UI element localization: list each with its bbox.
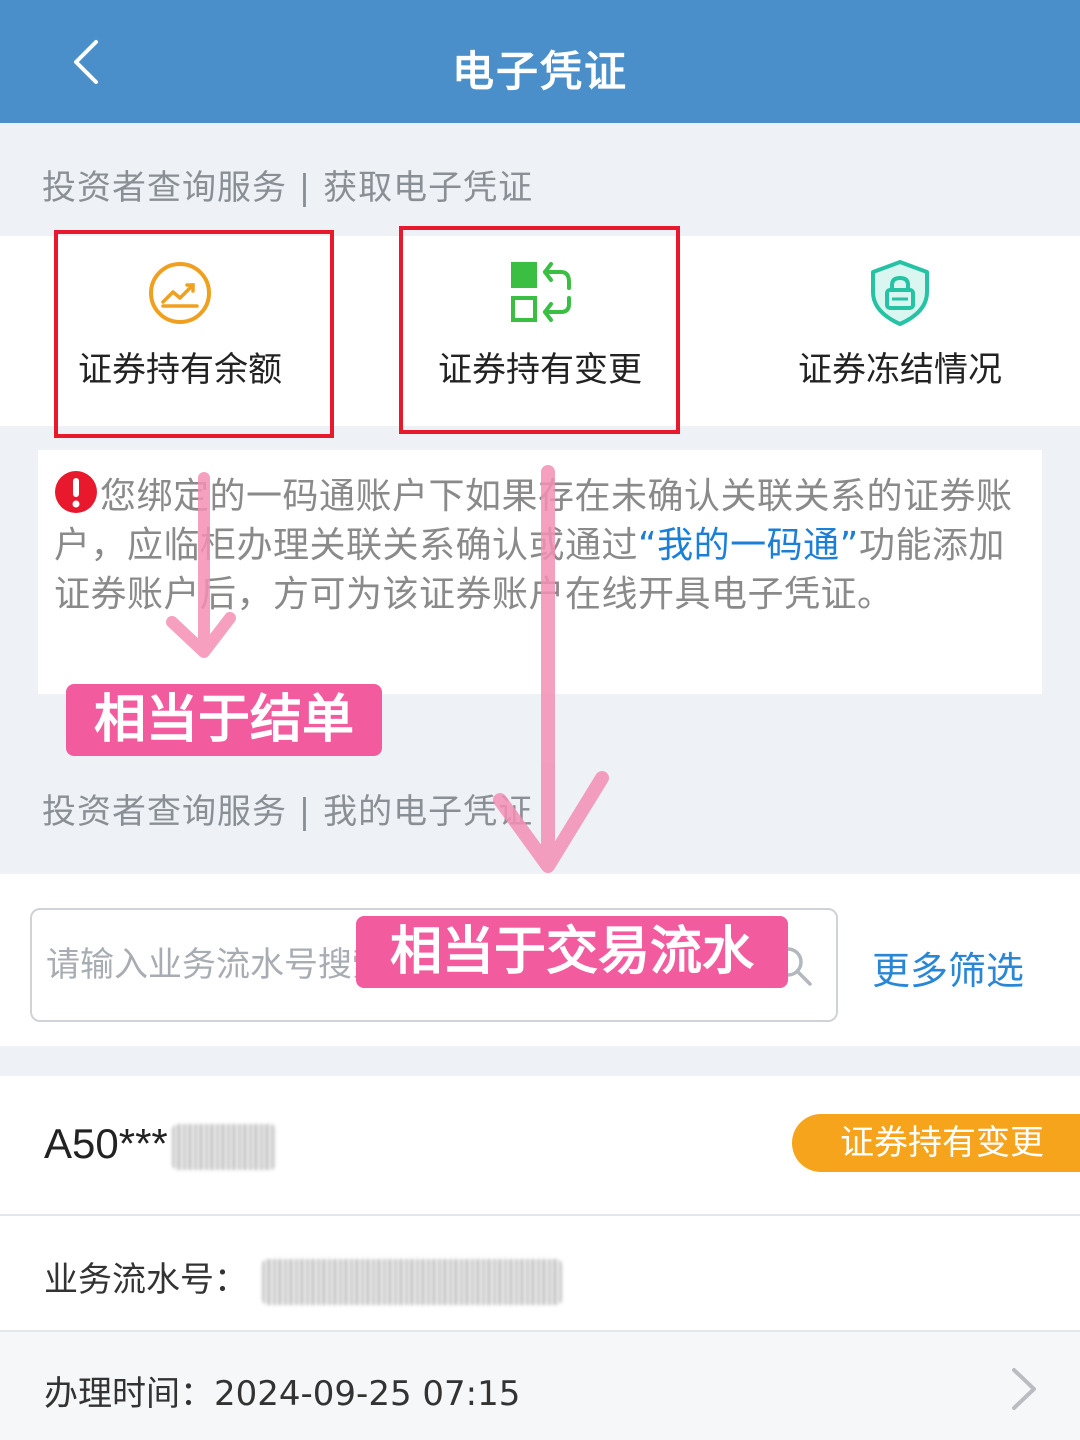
annotation-statement: 相当于结单 — [66, 684, 382, 756]
service-label: 证券持有余额 — [78, 350, 282, 390]
record-type-badge: 证券持有变更 — [792, 1114, 1080, 1172]
time-value: 2024-09-25 07:15 — [214, 1374, 521, 1414]
notice-panel: 您绑定的一码通账户下如果存在未确认关联关系的证券账户，应临柜办理关联关系确认或通… — [38, 450, 1042, 694]
serial-label: 业务流水号： — [44, 1260, 248, 1300]
page-title: 电子凭证 — [451, 47, 628, 96]
time-row[interactable]: 办理时间：2024-09-25 07:15 — [0, 1332, 1080, 1440]
serial-row: 业务流水号： — [44, 1252, 562, 1305]
warning-icon — [55, 471, 97, 513]
service-label: 证券持有变更 — [438, 350, 642, 390]
more-filter-button[interactable]: 更多筛选 — [872, 940, 1024, 995]
voucher-record[interactable]: A50*** 证券持有变更 业务流水号： 办理时间：2024-09-25 07:… — [0, 1076, 1080, 1440]
service-grid: 证券持有余额 证券持有变更 证券冻结情况 — [0, 236, 1080, 426]
section-label-get-voucher: 投资者查询服务 | 获取电子凭证 — [42, 168, 534, 208]
account-number: A50*** — [44, 1120, 276, 1170]
chevron-right-icon — [1012, 1368, 1036, 1410]
section-label-my-voucher: 投资者查询服务 | 我的电子凭证 — [42, 792, 534, 832]
redacted-account-digits — [171, 1123, 276, 1170]
service-label: 证券冻结情况 — [798, 350, 1002, 390]
redacted-serial-number — [262, 1258, 562, 1305]
swap-blocks-icon — [511, 262, 571, 322]
time-label: 办理时间： — [44, 1374, 214, 1414]
top-bar: 电子凭证 — [0, 0, 1080, 123]
account-prefix: A50*** — [44, 1120, 168, 1167]
service-holding-change[interactable]: 证券持有变更 — [400, 236, 680, 426]
chart-trend-icon — [149, 262, 211, 324]
service-holding-balance[interactable]: 证券持有余额 — [40, 236, 320, 426]
divider — [0, 1214, 1080, 1216]
time-text: 办理时间：2024-09-25 07:15 — [44, 1366, 520, 1415]
annotation-transaction-flow: 相当于交易流水 — [356, 916, 788, 988]
shield-lock-icon — [871, 260, 929, 326]
service-freeze-status[interactable]: 证券冻结情况 — [760, 236, 1040, 426]
my-yimatong-link[interactable]: “我的一码通” — [638, 525, 859, 566]
